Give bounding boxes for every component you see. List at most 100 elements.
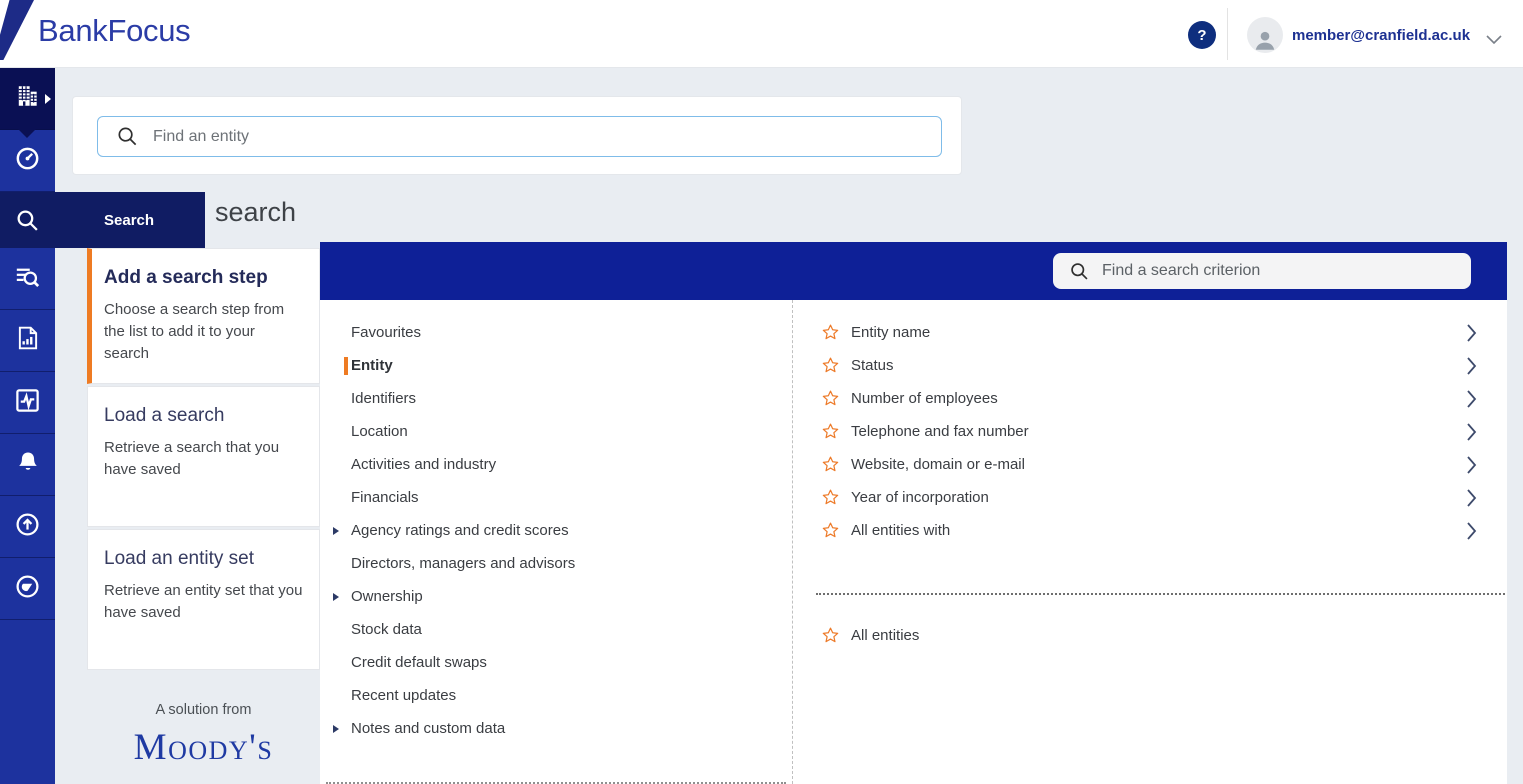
category-item[interactable]: Activities and industry bbox=[320, 448, 792, 481]
alerts-icon bbox=[15, 449, 41, 480]
top-header: BankFocus ? member@cranfield.ac.uk bbox=[0, 0, 1523, 68]
category-item[interactable]: Agency ratings and credit scores bbox=[320, 514, 792, 547]
flyout-card[interactable]: Load an entity set Retrieve an entity se… bbox=[87, 529, 320, 670]
criterion-item[interactable]: Year of incorporation bbox=[793, 481, 1507, 514]
category-item[interactable]: Recent updates bbox=[320, 679, 792, 712]
advanced-search-icon bbox=[14, 263, 41, 295]
category-item[interactable]: Credit default swaps bbox=[320, 646, 792, 679]
help-label: ? bbox=[1197, 27, 1206, 44]
flyout-card-title: Add a search step bbox=[104, 267, 303, 289]
entity-search-input[interactable]: Find an entity bbox=[97, 116, 942, 157]
criterion-item[interactable]: All entities with bbox=[793, 514, 1507, 547]
criterion-item[interactable]: Entity name bbox=[793, 316, 1507, 349]
category-item[interactable]: Identifiers bbox=[320, 382, 792, 415]
solution-tagline: A solution from bbox=[87, 702, 320, 718]
user-email[interactable]: member@cranfield.ac.uk bbox=[1292, 27, 1470, 44]
bankfocus-app: BankFocus ? member@cranfield.ac.uk bbox=[0, 0, 1523, 784]
chevron-right-icon[interactable] bbox=[1467, 456, 1477, 478]
flyout-card[interactable]: Load a search Retrieve a search that you… bbox=[87, 386, 320, 527]
page-title: search bbox=[215, 197, 296, 228]
entity-search-placeholder: Find an entity bbox=[153, 128, 249, 146]
flyout-card-title: Load a search bbox=[104, 405, 303, 427]
building-icon bbox=[15, 83, 41, 114]
sidebar-item[interactable] bbox=[0, 558, 55, 620]
chevron-right-icon[interactable] bbox=[1467, 390, 1477, 412]
chevron-right-icon[interactable] bbox=[1467, 489, 1477, 511]
flyout-card-description: Retrieve a search that you have saved bbox=[104, 437, 303, 481]
brand-slash-mark bbox=[0, 0, 34, 60]
criteria-panel: Find a search criterion Favourites Entit… bbox=[320, 242, 1507, 784]
favourite-star-icon[interactable] bbox=[822, 357, 839, 374]
activity-icon bbox=[14, 387, 41, 419]
avatar[interactable] bbox=[1247, 17, 1283, 53]
criterion-label: Telephone and fax number bbox=[851, 423, 1029, 440]
category-list: Favourites Entity Identifiers Location bbox=[320, 300, 793, 784]
favourite-star-icon[interactable] bbox=[822, 324, 839, 341]
criterion-label: All entities bbox=[851, 627, 919, 644]
category-item[interactable]: Ownership bbox=[320, 580, 792, 613]
sidebar-item[interactable] bbox=[0, 68, 55, 130]
dotted-divider bbox=[816, 593, 1505, 595]
flyout-card[interactable]: Add a search step Choose a search step f… bbox=[87, 248, 320, 384]
dashboard-icon bbox=[14, 145, 41, 177]
search-icon bbox=[116, 125, 139, 148]
category-label: Identifiers bbox=[351, 390, 416, 407]
sidebar-item[interactable] bbox=[0, 434, 55, 496]
sidebar-item[interactable] bbox=[0, 130, 55, 192]
category-item[interactable]: Notes and custom data bbox=[320, 712, 792, 745]
search-icon bbox=[1069, 261, 1090, 282]
chevron-right-icon[interactable] bbox=[1467, 324, 1477, 346]
favourite-star-icon[interactable] bbox=[822, 423, 839, 440]
moodys-logo: Moody's bbox=[87, 726, 320, 769]
criterion-label: All entities with bbox=[851, 522, 950, 539]
sidebar-item[interactable] bbox=[0, 310, 55, 372]
category-item[interactable]: Directors, managers and advisors bbox=[320, 547, 792, 580]
sidebar-item[interactable] bbox=[0, 372, 55, 434]
criterion-item[interactable]: Status bbox=[793, 349, 1507, 382]
report-icon bbox=[15, 325, 41, 356]
favourite-star-icon[interactable] bbox=[822, 456, 839, 473]
expand-triangle-icon[interactable] bbox=[333, 527, 339, 535]
category-item[interactable]: Favourites bbox=[320, 316, 792, 349]
sidebar-item[interactable] bbox=[0, 496, 55, 558]
criterion-item[interactable]: Number of employees bbox=[793, 382, 1507, 415]
category-label: Stock data bbox=[351, 621, 422, 638]
category-item[interactable]: Stock data bbox=[320, 613, 792, 646]
flyout-card-description: Choose a search step from the list to ad… bbox=[104, 299, 303, 364]
active-section-notch bbox=[18, 129, 36, 138]
expand-triangle-icon[interactable] bbox=[333, 725, 339, 733]
chevron-down-icon[interactable] bbox=[1486, 31, 1502, 49]
category-item[interactable]: Financials bbox=[320, 481, 792, 514]
criterion-item[interactable]: Telephone and fax number bbox=[793, 415, 1507, 448]
criterion-search-input[interactable]: Find a search criterion bbox=[1053, 253, 1471, 289]
sidebar bbox=[0, 68, 55, 784]
chevron-right-icon[interactable] bbox=[1467, 423, 1477, 445]
criterion-label: Entity name bbox=[851, 324, 930, 341]
criterion-item[interactable]: All entities bbox=[793, 619, 1507, 652]
criterion-item[interactable]: Website, domain or e-mail bbox=[793, 448, 1507, 481]
favourite-star-icon[interactable] bbox=[822, 522, 839, 539]
criterion-list: Entity name Status Number of employees bbox=[793, 300, 1507, 784]
category-label: Activities and industry bbox=[351, 456, 496, 473]
favourite-star-icon[interactable] bbox=[822, 627, 839, 644]
expand-arrow-icon bbox=[45, 94, 51, 104]
help-button[interactable]: ? bbox=[1188, 21, 1216, 49]
search-flyout: Add a search step Choose a search step f… bbox=[87, 248, 320, 769]
sidebar-item[interactable] bbox=[0, 248, 55, 310]
favourite-star-icon[interactable] bbox=[822, 489, 839, 506]
category-item[interactable]: Entity bbox=[320, 349, 792, 382]
favourite-star-icon[interactable] bbox=[822, 390, 839, 407]
category-item[interactable]: Location bbox=[320, 415, 792, 448]
category-label: Recent updates bbox=[351, 687, 456, 704]
criteria-panel-body: Favourites Entity Identifiers Location bbox=[320, 300, 1507, 784]
category-label: Favourites bbox=[351, 324, 421, 341]
chevron-right-icon[interactable] bbox=[1467, 357, 1477, 379]
category-label: Ownership bbox=[351, 588, 423, 605]
selected-marker bbox=[344, 357, 348, 375]
export-icon bbox=[14, 511, 41, 543]
expand-triangle-icon[interactable] bbox=[333, 593, 339, 601]
sidebar-item-search[interactable]: Search bbox=[0, 192, 205, 248]
entity-search-card: Find an entity bbox=[72, 96, 962, 175]
chevron-right-icon[interactable] bbox=[1467, 522, 1477, 544]
criterion-label: Number of employees bbox=[851, 390, 998, 407]
